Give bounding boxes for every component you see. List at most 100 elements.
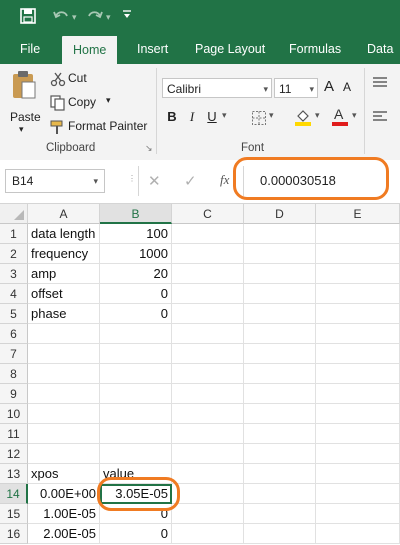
cell-c[interactable] bbox=[172, 364, 244, 384]
cell-d[interactable] bbox=[244, 424, 316, 444]
row-header[interactable]: 12 bbox=[0, 444, 28, 464]
undo-dropdown-icon[interactable]: ▾ bbox=[72, 8, 77, 26]
copy-button[interactable]: Copy ▾ bbox=[48, 94, 118, 112]
cell-e[interactable] bbox=[316, 404, 400, 424]
select-all-button[interactable] bbox=[0, 204, 28, 224]
cell-e[interactable] bbox=[316, 524, 400, 544]
bold-button[interactable]: B bbox=[166, 109, 178, 124]
row-header[interactable]: 2 bbox=[0, 244, 28, 264]
cell-c[interactable] bbox=[172, 224, 244, 244]
customize-toolbar-icon[interactable] bbox=[122, 8, 132, 26]
font-size-dropdown-icon[interactable]: ▾ bbox=[309, 79, 314, 99]
grow-font-button[interactable]: A bbox=[322, 78, 336, 95]
tab-insert[interactable]: Insert bbox=[126, 34, 179, 64]
insert-function-icon[interactable]: fx bbox=[220, 172, 229, 188]
cell-a[interactable]: offset bbox=[28, 284, 100, 304]
fill-color-dropdown-icon[interactable]: ▾ bbox=[315, 110, 320, 121]
cell-e[interactable] bbox=[316, 424, 400, 444]
cell-c[interactable] bbox=[172, 504, 244, 524]
cell-b[interactable]: 100 bbox=[100, 224, 172, 244]
cell-a[interactable]: 2.00E-05 bbox=[28, 524, 100, 544]
redo-icon[interactable] bbox=[86, 8, 104, 26]
cell-a[interactable] bbox=[28, 404, 100, 424]
cell-b[interactable]: 20 bbox=[100, 264, 172, 284]
font-name-select[interactable]: Calibri ▾ bbox=[162, 78, 272, 98]
cell-c[interactable] bbox=[172, 444, 244, 464]
fill-color-button[interactable] bbox=[294, 108, 312, 129]
shrink-font-button[interactable]: A bbox=[340, 80, 354, 94]
cell-a[interactable]: 1.00E-05 bbox=[28, 504, 100, 524]
underline-dropdown-icon[interactable]: ▾ bbox=[222, 110, 227, 121]
cell-e[interactable] bbox=[316, 464, 400, 484]
cell-d[interactable] bbox=[244, 304, 316, 324]
column-header-c[interactable]: C bbox=[172, 204, 244, 224]
cell-e[interactable] bbox=[316, 364, 400, 384]
cancel-icon[interactable]: ✕ bbox=[148, 172, 161, 190]
column-header-a[interactable]: A bbox=[28, 204, 100, 224]
cell-c[interactable] bbox=[172, 404, 244, 424]
cell-d[interactable] bbox=[244, 504, 316, 524]
cell-d[interactable] bbox=[244, 384, 316, 404]
cell-d[interactable] bbox=[244, 444, 316, 464]
copy-dropdown-icon[interactable]: ▾ bbox=[106, 95, 111, 106]
cell-a[interactable]: 0.00E+00 bbox=[28, 484, 100, 504]
cell-d[interactable] bbox=[244, 284, 316, 304]
cell-c[interactable] bbox=[172, 304, 244, 324]
cell-b[interactable] bbox=[100, 344, 172, 364]
row-header[interactable]: 1 bbox=[0, 224, 28, 244]
cell-e[interactable] bbox=[316, 264, 400, 284]
save-icon[interactable] bbox=[20, 8, 36, 26]
borders-button[interactable] bbox=[251, 110, 267, 129]
tab-data[interactable]: Data bbox=[356, 34, 400, 64]
cell-e[interactable] bbox=[316, 384, 400, 404]
row-header[interactable]: 10 bbox=[0, 404, 28, 424]
underline-button[interactable]: U bbox=[206, 109, 218, 124]
row-header[interactable]: 13 bbox=[0, 464, 28, 484]
cell-c[interactable] bbox=[172, 464, 244, 484]
cell-e[interactable] bbox=[316, 484, 400, 504]
cell-b[interactable] bbox=[100, 384, 172, 404]
cell-a[interactable]: amp bbox=[28, 264, 100, 284]
cell-b[interactable] bbox=[100, 404, 172, 424]
clipboard-dialog-launcher-icon[interactable]: ↘ bbox=[145, 143, 153, 154]
cell-b[interactable] bbox=[100, 324, 172, 344]
row-header[interactable]: 14 bbox=[0, 484, 28, 504]
row-header[interactable]: 7 bbox=[0, 344, 28, 364]
cut-button[interactable]: Cut bbox=[48, 70, 108, 88]
cell-a[interactable]: xpos bbox=[28, 464, 100, 484]
cell-a[interactable] bbox=[28, 324, 100, 344]
cell-a[interactable] bbox=[28, 364, 100, 384]
cell-d[interactable] bbox=[244, 324, 316, 344]
cell-a[interactable]: phase bbox=[28, 304, 100, 324]
more-options-icon[interactable]: ⋮ bbox=[128, 174, 136, 183]
row-header[interactable]: 3 bbox=[0, 264, 28, 284]
row-header[interactable]: 6 bbox=[0, 324, 28, 344]
column-header-d[interactable]: D bbox=[244, 204, 316, 224]
cell-d[interactable] bbox=[244, 264, 316, 284]
cell-b[interactable]: 0 bbox=[100, 284, 172, 304]
cell-d[interactable] bbox=[244, 224, 316, 244]
column-header-e[interactable]: E bbox=[316, 204, 400, 224]
italic-button[interactable]: I bbox=[186, 109, 198, 125]
cell-a[interactable]: frequency bbox=[28, 244, 100, 264]
format-painter-button[interactable]: Format Painter bbox=[48, 118, 152, 136]
font-color-dropdown-icon[interactable]: ▾ bbox=[352, 110, 357, 121]
cell-b[interactable]: 1000 bbox=[100, 244, 172, 264]
cell-d[interactable] bbox=[244, 244, 316, 264]
column-header-b[interactable]: B bbox=[100, 204, 172, 224]
cell-c[interactable] bbox=[172, 264, 244, 284]
cell-b[interactable] bbox=[100, 364, 172, 384]
cell-b[interactable] bbox=[100, 424, 172, 444]
align-left-button[interactable] bbox=[372, 110, 388, 127]
cell-d[interactable] bbox=[244, 484, 316, 504]
row-header[interactable]: 5 bbox=[0, 304, 28, 324]
paste-dropdown-icon[interactable]: ▾ bbox=[19, 124, 24, 135]
cell-a[interactable] bbox=[28, 424, 100, 444]
row-header[interactable]: 4 bbox=[0, 284, 28, 304]
cell-a[interactable] bbox=[28, 344, 100, 364]
cell-d[interactable] bbox=[244, 524, 316, 544]
row-header[interactable]: 16 bbox=[0, 524, 28, 544]
cell-b[interactable]: 0 bbox=[100, 524, 172, 544]
font-color-button[interactable]: A bbox=[331, 106, 349, 126]
undo-icon[interactable] bbox=[52, 8, 70, 26]
